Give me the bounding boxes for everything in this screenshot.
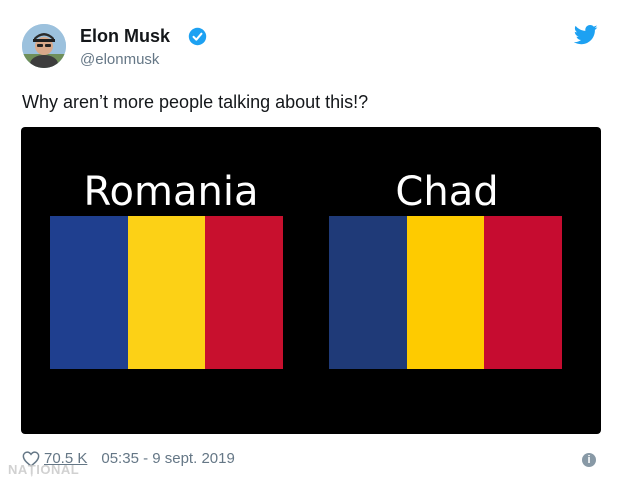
- twitter-bird-icon[interactable]: [574, 25, 598, 45]
- avatar-image: [22, 24, 66, 68]
- flag-stripe-red: [205, 216, 284, 369]
- watermark-logo: NAȚIONAL: [8, 462, 79, 477]
- watermark-text: NAȚIONAL: [8, 462, 80, 477]
- flag-stripe-yellow: [127, 216, 206, 369]
- flag-title-romania: Romania: [83, 169, 259, 215]
- tweet-card: Elon Musk @elonmusk Why aren’t more peop…: [0, 0, 620, 484]
- flag-romania: [50, 216, 284, 369]
- tweet-text: Why aren’t more people talking about thi…: [22, 92, 369, 112]
- flag-title-chad: Chad: [395, 169, 499, 215]
- flag-stripe-yellow: [406, 216, 485, 369]
- flag-stripe-red: [484, 216, 563, 369]
- info-icon[interactable]: i: [582, 453, 596, 467]
- flag-stripe-blue: [50, 216, 128, 369]
- avatar[interactable]: [22, 24, 66, 68]
- verified-badge-icon: [188, 27, 207, 46]
- timestamp[interactable]: 05:35 - 9 sept. 2019: [101, 450, 234, 467]
- flag-stripe-blue: [329, 216, 407, 369]
- author-handle[interactable]: @elonmusk: [80, 51, 159, 68]
- tweet-media-image[interactable]: Romania Chad: [21, 127, 601, 434]
- flag-chad: [329, 216, 563, 369]
- author-name[interactable]: Elon Musk: [80, 26, 170, 47]
